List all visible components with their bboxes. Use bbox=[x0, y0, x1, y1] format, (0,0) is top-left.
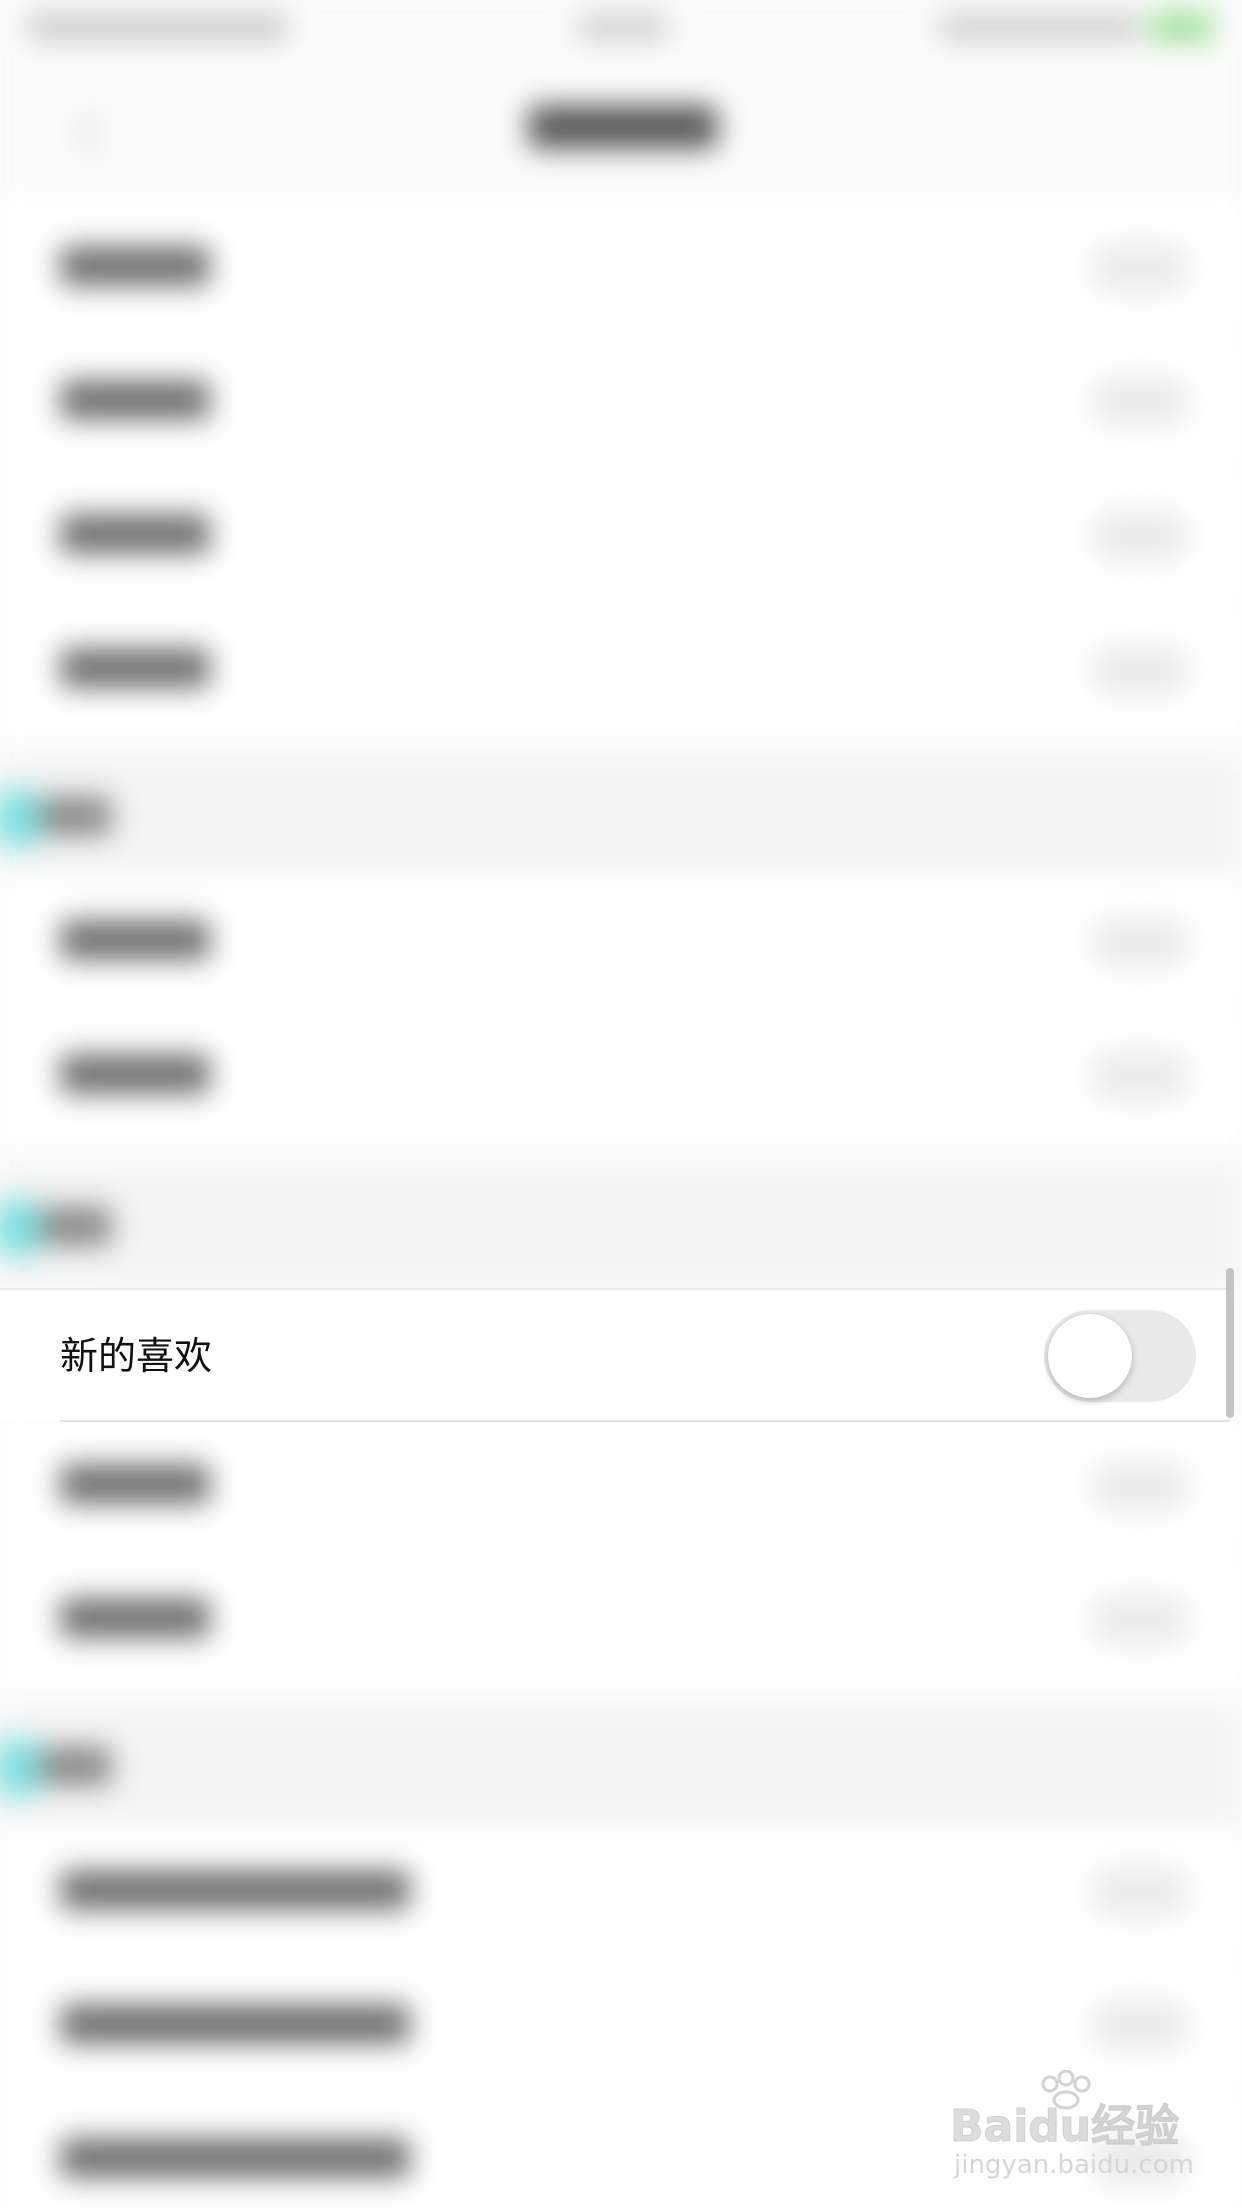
row-label-blurred bbox=[60, 920, 210, 960]
row-label-blurred bbox=[60, 2004, 410, 2044]
section-accent bbox=[0, 1200, 40, 1256]
settings-row-blurred[interactable] bbox=[0, 1826, 1242, 1958]
settings-row-blurred[interactable] bbox=[0, 1010, 1242, 1142]
settings-row-blurred[interactable] bbox=[0, 876, 1242, 1008]
toggle-knob bbox=[1048, 1314, 1132, 1398]
section-accent bbox=[0, 1740, 40, 1796]
section-title-blurred bbox=[40, 796, 112, 836]
status-time-blurred bbox=[578, 14, 668, 40]
blurred-background bbox=[0, 0, 1242, 2208]
battery-icon bbox=[1150, 12, 1214, 42]
section-header-blurred bbox=[0, 1166, 1242, 1286]
toggle-blurred[interactable] bbox=[1090, 916, 1190, 968]
row-label-blurred bbox=[60, 1598, 210, 1638]
settings-row-blurred[interactable] bbox=[0, 470, 1242, 602]
row-label-blurred bbox=[60, 648, 210, 688]
settings-row-blurred[interactable] bbox=[0, 1554, 1242, 1686]
settings-screen: 新的喜欢 Baidu经验 jingyan.baidu.com bbox=[0, 0, 1242, 2208]
toggle-blurred[interactable] bbox=[1090, 2000, 1190, 2052]
nav-title-blurred bbox=[528, 105, 718, 149]
new-likes-toggle[interactable] bbox=[1044, 1310, 1196, 1402]
toggle-blurred[interactable] bbox=[1090, 1866, 1190, 1918]
row-label-blurred bbox=[60, 1464, 210, 1504]
row-label-blurred bbox=[60, 514, 210, 554]
status-carrier-blurred bbox=[28, 14, 288, 40]
section-title-blurred bbox=[40, 1206, 112, 1246]
section-header-blurred bbox=[0, 756, 1242, 876]
status-bar bbox=[0, 0, 1242, 60]
toggle-blurred[interactable] bbox=[1090, 1460, 1190, 1512]
row-label-blurred bbox=[60, 1054, 210, 1094]
row-label: 新的喜欢 bbox=[60, 1334, 213, 1378]
toggle-blurred[interactable] bbox=[1090, 242, 1190, 294]
toggle-blurred[interactable] bbox=[1090, 644, 1190, 696]
nav-bar bbox=[0, 60, 1242, 190]
row-label-blurred bbox=[60, 2138, 410, 2178]
row-label-blurred bbox=[60, 1870, 410, 1910]
watermark-url: jingyan.baidu.com bbox=[954, 2150, 1194, 2180]
toggle-blurred[interactable] bbox=[1090, 1050, 1190, 1102]
settings-row-blurred[interactable] bbox=[0, 1420, 1242, 1552]
toggle-blurred[interactable] bbox=[1090, 376, 1190, 428]
settings-row-blurred[interactable] bbox=[0, 604, 1242, 736]
settings-row-blurred[interactable] bbox=[0, 202, 1242, 334]
status-icons-blurred bbox=[940, 14, 1140, 40]
back-arrow-icon[interactable] bbox=[72, 107, 126, 161]
toggle-blurred[interactable] bbox=[1090, 510, 1190, 562]
watermark-brand: Baidu经验 bbox=[949, 2101, 1180, 2153]
row-label-blurred bbox=[60, 380, 210, 420]
scroll-indicator[interactable] bbox=[1226, 1268, 1234, 1418]
settings-row-blurred[interactable] bbox=[0, 336, 1242, 468]
settings-row-new-likes[interactable]: 新的喜欢 bbox=[0, 1288, 1230, 1422]
section-accent bbox=[0, 790, 40, 846]
watermark-logo: Baidu经验 jingyan.baidu.com bbox=[949, 2070, 1200, 2190]
toggle-blurred[interactable] bbox=[1090, 1594, 1190, 1646]
row-divider bbox=[60, 1420, 1230, 1422]
row-label-blurred bbox=[60, 246, 210, 286]
section-title-blurred bbox=[40, 1746, 112, 1786]
section-header-blurred bbox=[0, 1706, 1242, 1826]
